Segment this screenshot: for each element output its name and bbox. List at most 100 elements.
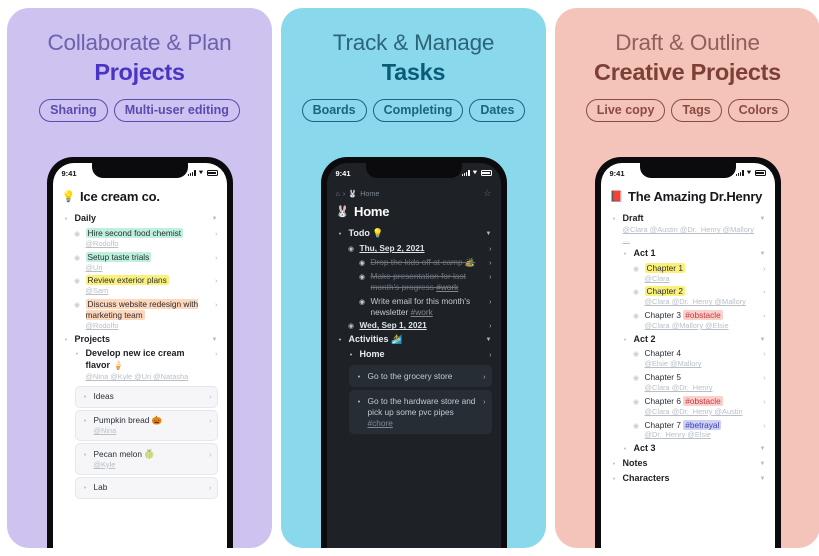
expand-chevron-icon[interactable]: › [489,349,491,360]
inline-tag[interactable]: #work [436,282,458,292]
outline-row[interactable]: • Lab › [81,481,212,495]
expand-chevron-icon[interactable]: › [763,372,765,383]
row-bullet-icon[interactable]: ◉ [632,420,641,431]
row-bullet-icon[interactable]: ◉ [632,263,641,274]
row-bullet-icon[interactable]: • [347,349,356,360]
row-bullet-icon[interactable]: • [610,458,619,469]
outline-row[interactable]: ◉ Drop the kids off at camp 🏕️ › [336,256,492,270]
collapse-toggle-icon[interactable]: ▼ [760,443,766,454]
collapse-toggle-icon[interactable]: ▼ [760,334,766,345]
row-bullet-icon[interactable]: ◉ [73,228,82,239]
mention-list[interactable]: @Clara [645,274,760,284]
expand-chevron-icon[interactable]: › [215,228,217,239]
outline-row[interactable]: ◉ Make presentation for last month's prog… [336,270,492,295]
outline-row[interactable]: • Activities 🏄 ▼ [336,333,492,348]
row-bullet-icon[interactable]: • [62,334,71,345]
outline-row[interactable]: ◉ Setup taste trials @Uri › [62,250,218,274]
expand-chevron-icon[interactable]: › [209,449,211,460]
row-bullet-icon[interactable]: • [355,396,364,407]
outline-row[interactable]: ◉ Write email for this month's newsletter… [336,294,492,319]
expand-chevron-icon[interactable]: › [763,348,765,359]
outline-row[interactable]: • Daily ▼ [62,212,218,227]
expand-chevron-icon[interactable]: › [483,396,485,407]
row-bullet-icon[interactable]: • [610,213,619,224]
row-bullet-icon[interactable]: ◉ [347,243,356,254]
inline-tag[interactable]: #betrayal [683,419,722,430]
feature-pill-boards[interactable]: Boards [301,98,367,122]
feature-pill-dates[interactable]: Dates [469,98,526,122]
expand-chevron-icon[interactable]: › [215,275,217,286]
outline-row[interactable]: • Notes ▼ [610,457,766,472]
expand-chevron-icon[interactable]: › [215,252,217,263]
mention-list[interactable]: @Nina [94,426,206,436]
outline-row[interactable]: • Ideas › [81,390,212,404]
inline-tag[interactable]: #chore [368,418,393,428]
outline-row[interactable]: ◉ Chapter 1 @Clara › [610,261,766,285]
expand-chevron-icon[interactable]: › [209,391,211,402]
collapse-toggle-icon[interactable]: ▼ [212,334,218,345]
feature-pill-tags[interactable]: Tags [671,98,722,122]
row-bullet-icon[interactable]: • [336,334,345,345]
expand-chevron-icon[interactable]: › [215,299,217,310]
mention-list[interactable]: @Nina @Kyle @Uri @Natasha [86,372,212,382]
mention-list[interactable]: @Rodolfo [86,321,212,331]
inline-tag[interactable]: #work [411,307,433,317]
row-bullet-icon[interactable]: ◉ [358,271,367,282]
collapse-toggle-icon[interactable]: ▼ [760,458,766,469]
row-bullet-icon[interactable]: ◉ [632,396,641,407]
row-bullet-icon[interactable]: • [336,228,345,239]
collapse-toggle-icon[interactable]: ▼ [760,473,766,484]
outline-row[interactable]: • Home › [336,348,492,363]
outline-row[interactable]: ◉ Chapter 5 @Clara @Dr._Henry › [610,371,766,395]
row-bullet-icon[interactable]: • [621,334,630,345]
expand-chevron-icon[interactable]: › [489,320,491,331]
row-bullet-icon[interactable]: • [621,248,630,259]
outline-row[interactable]: ◉ Chapter 6 #obstacle @Clara @Dr._Henry @A… [610,394,766,418]
row-bullet-icon[interactable]: ◉ [73,275,82,286]
mention-list[interactable]: @Kyle [94,460,206,470]
mention-list[interactable]: @Clara @Dr._Henry @Austin [645,407,760,417]
row-bullet-icon[interactable]: • [73,348,82,359]
mention-list[interactable]: @Clara @Dr._Henry [645,383,760,393]
mention-list[interactable]: @Rodolfo [86,239,212,249]
breadcrumb-label[interactable]: Home [360,189,379,198]
row-bullet-icon[interactable]: ◉ [632,372,641,383]
feature-pill-completing[interactable]: Completing [372,98,464,122]
collapse-toggle-icon[interactable]: ▼ [760,213,766,224]
row-bullet-icon[interactable]: ◉ [358,296,367,307]
mention-list[interactable]: @Dr._Henry @Elsie [645,430,760,440]
expand-chevron-icon[interactable]: › [209,415,211,426]
outline-row[interactable]: • Projects ▼ [62,332,218,347]
mention-list[interactable]: @Clara @Austin @Dr._Henry @Mallory … [623,225,756,245]
outline-row[interactable]: • Draft @Clara @Austin @Dr._Henry @Mallory… [610,212,766,247]
favorite-star-icon[interactable]: ☆ [483,188,491,199]
outline-row[interactable]: ◉ Thu, Sep 2, 2021 › [336,242,492,256]
row-bullet-icon[interactable]: • [81,391,90,402]
collapse-toggle-icon[interactable]: ▼ [486,228,492,239]
expand-chevron-icon[interactable]: › [763,263,765,274]
expand-chevron-icon[interactable]: › [489,243,491,254]
outline-row[interactable]: • Pumpkin bread 🎃 @Nina › [81,414,212,438]
outline-row[interactable]: ◉ Chapter 2 @Clara @Dr._Henry @Mallory › [610,285,766,309]
collapse-toggle-icon[interactable]: ▼ [212,213,218,224]
outline-row[interactable]: • Go to the hardware store and pick up so… [355,394,486,430]
outline-row[interactable]: • Go to the grocery store › [355,369,486,383]
outline-row[interactable]: ◉ Hire second food chemist @Rodolfo › [62,227,218,251]
row-bullet-icon[interactable]: ◉ [347,320,356,331]
collapse-toggle-icon[interactable]: ▼ [760,248,766,259]
inline-tag[interactable]: #obstacle [683,395,723,406]
home-icon[interactable]: ⌂ [336,189,340,198]
row-bullet-icon[interactable]: • [621,443,630,454]
mention-list[interactable]: @Sam [86,286,212,296]
mention-list[interactable]: @Clara @Dr._Henry @Mallory [645,297,760,307]
outline-row[interactable]: ◉ Chapter 4 @Elsie @Mallory › [610,347,766,371]
feature-pill-colors[interactable]: Colors [727,98,790,122]
feature-pill-live-copy[interactable]: Live copy [585,98,666,122]
expand-chevron-icon[interactable]: › [215,348,217,359]
row-bullet-icon[interactable]: • [81,449,90,460]
mention-list[interactable]: @Elsie @Mallory [645,359,760,369]
expand-chevron-icon[interactable]: › [209,482,211,493]
collapse-toggle-icon[interactable]: ▼ [486,334,492,345]
row-bullet-icon[interactable]: ◉ [358,257,367,268]
outline-row[interactable]: ◉ Discuss website redesign with marketing… [62,298,218,333]
